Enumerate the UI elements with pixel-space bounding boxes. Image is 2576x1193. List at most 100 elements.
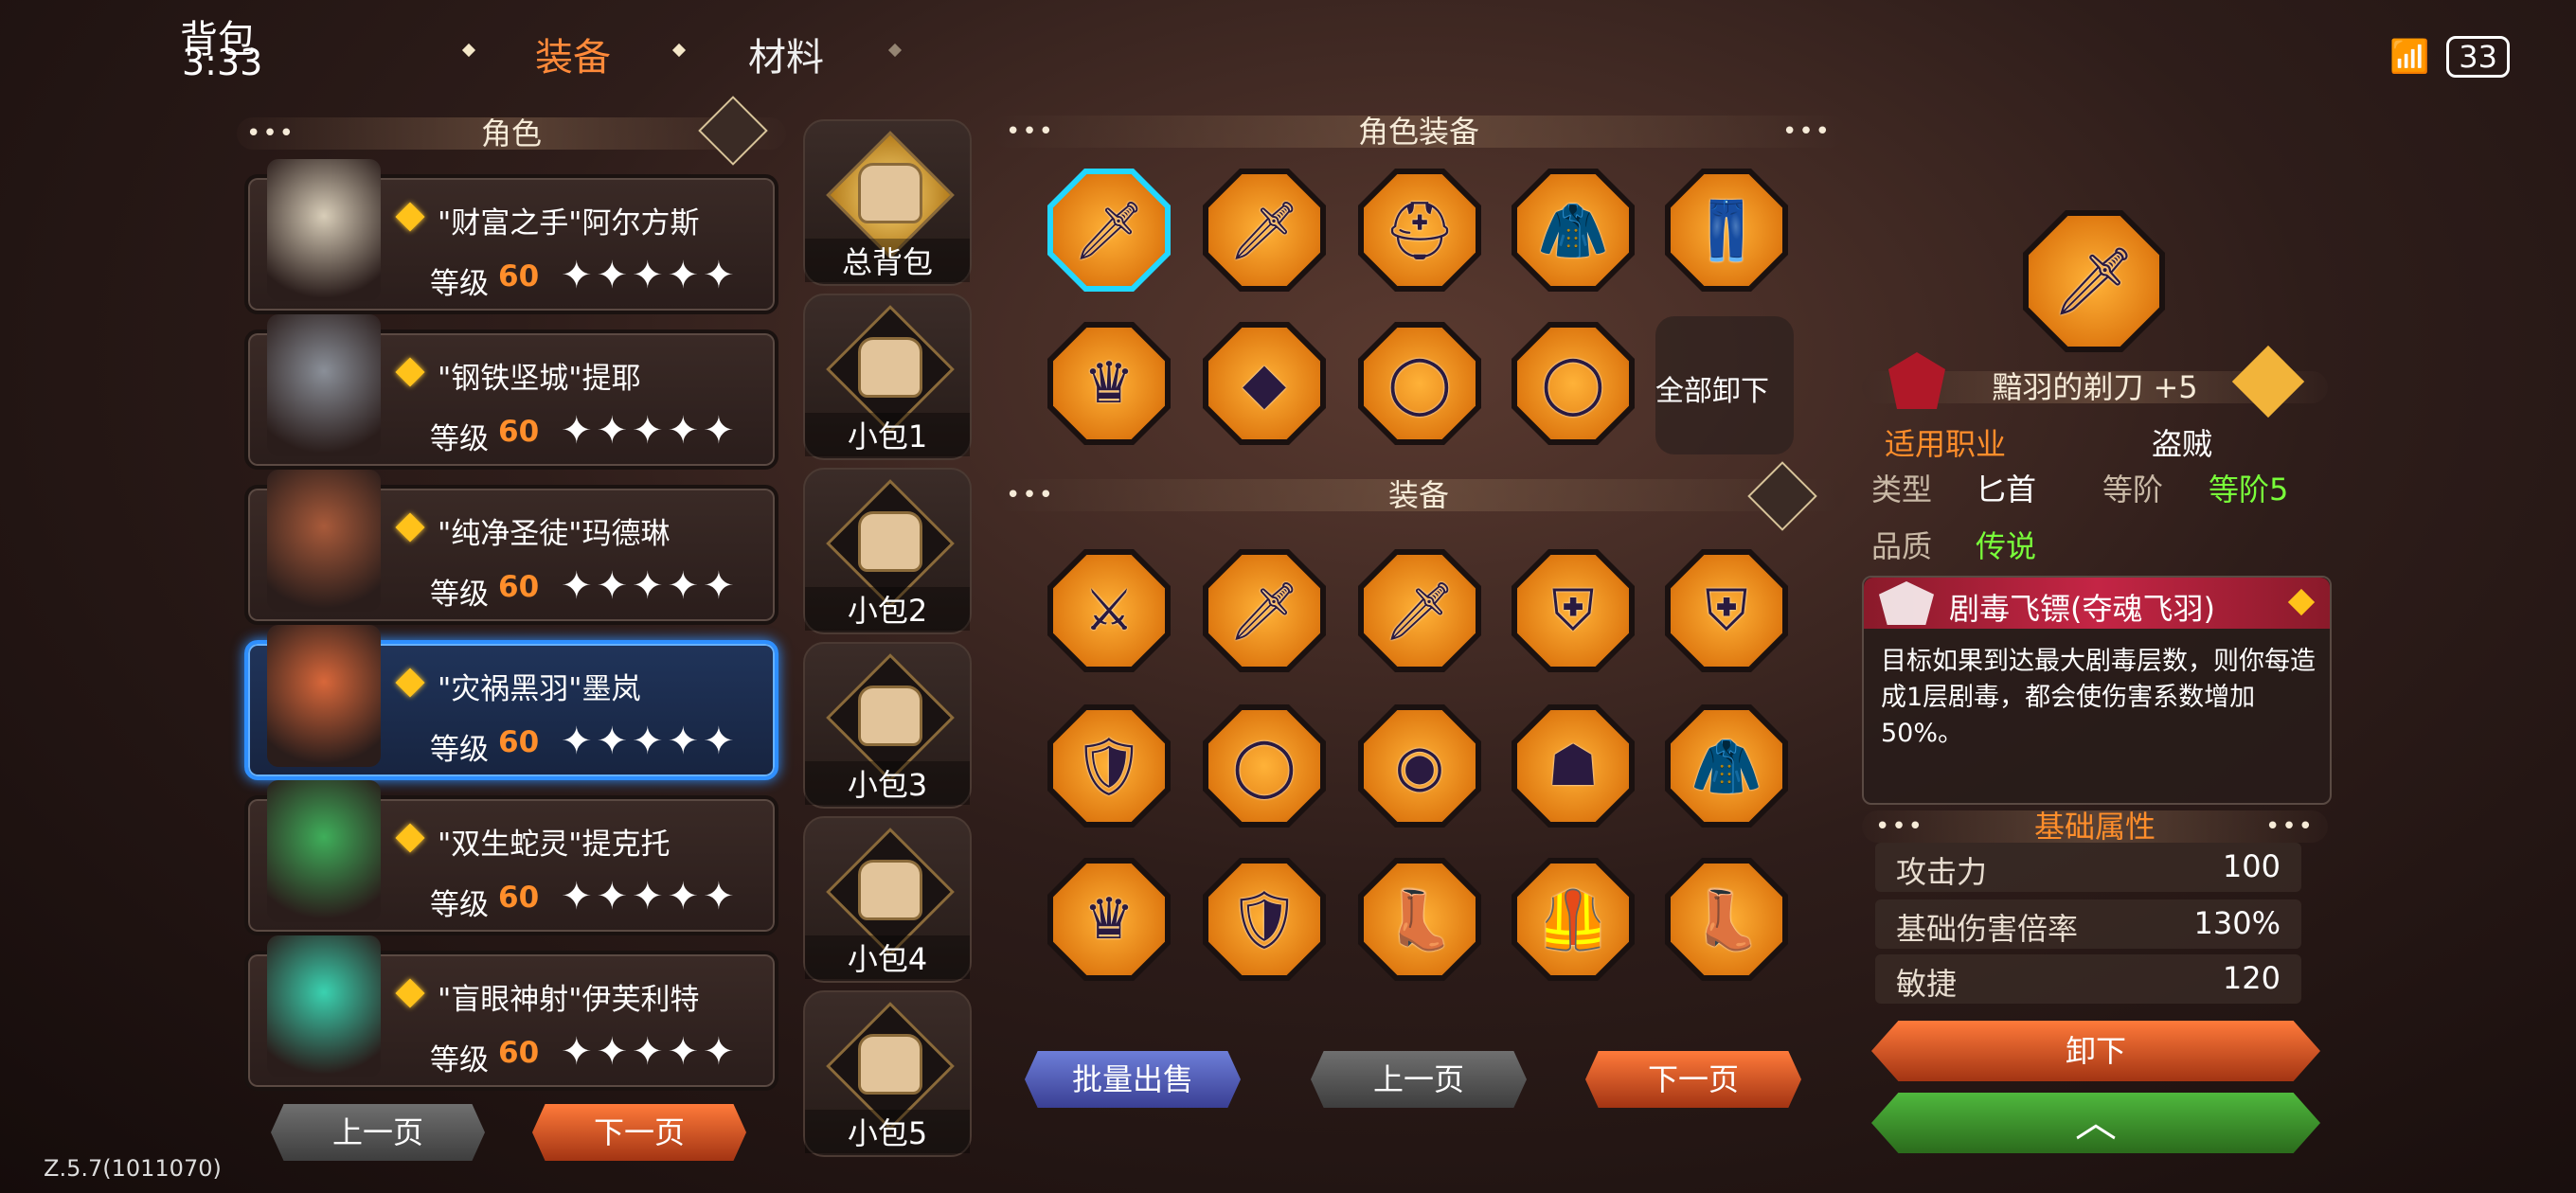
item-slot[interactable]: ⛑ bbox=[1358, 169, 1481, 292]
rarity-gem-icon bbox=[395, 823, 425, 853]
bag-small[interactable]: 小包5 bbox=[803, 990, 972, 1157]
item-slot[interactable]: ◯ bbox=[1203, 704, 1326, 828]
tab-materials[interactable]: 材料 bbox=[748, 27, 824, 81]
star-rating: ✦✦✦✦✦ bbox=[561, 1030, 739, 1074]
backpack-icon bbox=[858, 511, 922, 572]
rarity-gem-icon bbox=[395, 512, 425, 543]
item-slot[interactable]: 🦺 bbox=[1512, 858, 1635, 981]
item-slot[interactable]: ◉ bbox=[1358, 704, 1481, 828]
item-slot[interactable]: 🧥 bbox=[1512, 169, 1635, 292]
item-slot[interactable]: 🧥 bbox=[1665, 704, 1788, 828]
attribute-row: 敏捷 120 bbox=[1875, 954, 2301, 1004]
star-rating: ✦✦✦✦✦ bbox=[561, 720, 739, 763]
item-slot[interactable]: 🗡 bbox=[1358, 549, 1481, 672]
bag-label: 小包1 bbox=[805, 413, 970, 456]
upgrade-button[interactable]: ︿ bbox=[1871, 1093, 2320, 1153]
character-name: "双生蛇灵"提克托 bbox=[438, 828, 671, 862]
unequip-button[interactable]: 卸下 bbox=[1871, 1021, 2320, 1081]
attribute-name: 攻击力 bbox=[1896, 854, 1988, 890]
helmet-icon: ⛑ bbox=[1383, 197, 1457, 264]
bag-small[interactable]: 小包3 bbox=[803, 642, 972, 809]
headband-icon: ♛ bbox=[1083, 350, 1135, 417]
character-header-label: 角色 bbox=[480, 116, 542, 151]
bag-main[interactable]: 总背包 bbox=[803, 119, 972, 286]
item-slot[interactable]: ⛨ bbox=[1665, 549, 1788, 672]
inventory-header: ••• 装备 bbox=[993, 479, 1845, 511]
item-slot[interactable]: 👢 bbox=[1358, 858, 1481, 981]
skill-emblem-icon bbox=[1879, 581, 1934, 625]
cloak-icon: 🧥 bbox=[1690, 733, 1762, 800]
char-next-page-button[interactable]: 下一页 bbox=[532, 1104, 746, 1161]
character-card[interactable]: "财富之手"阿尔方斯 等级 60 ✦✦✦✦✦ bbox=[244, 159, 778, 314]
ring-icon: ◯ bbox=[1541, 350, 1605, 417]
gold-armor-icon: 🛡 bbox=[1072, 733, 1146, 800]
hood-icon: ☗ bbox=[1547, 733, 1599, 799]
item-slot[interactable]: ♛ bbox=[1047, 858, 1171, 981]
item-slot[interactable]: 🗡 bbox=[1047, 169, 1171, 292]
level-value: 60 bbox=[498, 259, 540, 294]
inv-next-page-button[interactable]: 下一页 bbox=[1585, 1051, 1801, 1108]
gem-ring-icon: ◉ bbox=[1394, 733, 1445, 799]
skill-description: 目标如果到达最大剧毒层数，则你每造成1层剧毒，都会使伤害系数增加50%。 bbox=[1881, 647, 2316, 748]
character-name: "灾祸黑羽"墨岚 bbox=[438, 672, 641, 706]
helm-icon: ⛨ bbox=[1705, 578, 1748, 644]
item-slot[interactable]: 🛡 bbox=[1203, 858, 1326, 981]
character-card[interactable]: "纯净圣徒"玛德琳 等级 60 ✦✦✦✦✦ bbox=[244, 470, 778, 625]
level-label: 等级 bbox=[430, 888, 489, 922]
quality-value: 传说 bbox=[1976, 528, 2037, 564]
item-slot[interactable]: 🗡 bbox=[1203, 549, 1326, 672]
level-label: 等级 bbox=[430, 733, 489, 767]
necklace-icon: ◆ bbox=[1242, 350, 1287, 417]
backpack-icon bbox=[858, 860, 922, 920]
bag-small[interactable]: 小包1 bbox=[803, 294, 972, 460]
bag-label: 小包4 bbox=[805, 935, 970, 979]
filter-icon[interactable] bbox=[698, 96, 768, 166]
level-value: 60 bbox=[498, 881, 540, 915]
item-slot[interactable]: ♛ bbox=[1047, 322, 1171, 445]
item-slot[interactable]: 👢 bbox=[1665, 858, 1788, 981]
unequip-all-label: 全部卸下 bbox=[1655, 375, 1769, 408]
character-card[interactable]: "灾祸黑羽"墨岚等级 60 ✦✦✦✦✦ bbox=[244, 625, 778, 780]
backpack-icon bbox=[858, 1034, 922, 1095]
red-dagger-icon: 🗡 bbox=[1383, 578, 1457, 645]
item-slot[interactable]: ⛨ bbox=[1512, 549, 1635, 672]
swap-icon[interactable] bbox=[2231, 345, 2305, 418]
winged-headband-icon: ♛ bbox=[1083, 886, 1135, 953]
type-label: 类型 bbox=[1871, 472, 1933, 507]
bag-small[interactable]: 小包4 bbox=[803, 816, 972, 983]
character-card[interactable]: "双生蛇灵"提克托 等级 60 ✦✦✦✦✦ bbox=[244, 780, 778, 935]
tab-equipment[interactable]: 装备 bbox=[535, 27, 611, 81]
item-slot[interactable]: ◆ bbox=[1203, 322, 1326, 445]
character-portrait bbox=[267, 470, 381, 612]
bag-label: 小包3 bbox=[805, 761, 970, 805]
inventory-filter-icon[interactable] bbox=[1747, 461, 1817, 531]
level-value: 60 bbox=[498, 415, 540, 449]
skill-name: 剧毒飞镖(夺魂飞羽) bbox=[1949, 591, 2215, 627]
character-portrait bbox=[267, 625, 381, 767]
dagger-icon: 🗡 bbox=[1227, 197, 1301, 264]
inv-prev-page-button[interactable]: 上一页 bbox=[1311, 1051, 1527, 1108]
boots-icon: 👢 bbox=[1384, 886, 1456, 953]
item-slot[interactable]: ⚔ bbox=[1047, 549, 1171, 672]
status-icons: 📶 33 bbox=[2389, 36, 2510, 78]
char-prev-page-button[interactable]: 上一页 bbox=[271, 1104, 485, 1161]
level-value: 60 bbox=[498, 725, 540, 759]
level-label: 等级 bbox=[430, 578, 489, 612]
bag-small[interactable]: 小包2 bbox=[803, 468, 972, 634]
item-slot[interactable]: 👖 bbox=[1665, 169, 1788, 292]
skill-box: 剧毒飞镖(夺魂飞羽) 目标如果到达最大剧毒层数，则你每造成1层剧毒，都会使伤害系… bbox=[1862, 576, 2332, 805]
tier-value: 等阶5 bbox=[2209, 472, 2289, 507]
item-slot[interactable]: ◯ bbox=[1358, 322, 1481, 445]
item-slot[interactable]: ☗ bbox=[1512, 704, 1635, 828]
character-card[interactable]: "盲眼神射"伊芙利特 等级 60 ✦✦✦✦✦ bbox=[244, 935, 778, 1091]
bag-label: 总背包 bbox=[805, 239, 970, 282]
character-name: "财富之手"阿尔方斯 bbox=[438, 206, 700, 240]
bulk-sell-button[interactable]: 批量出售 bbox=[1025, 1051, 1241, 1108]
inventory-header-label: 装备 bbox=[1387, 477, 1449, 513]
item-slot[interactable]: 🗡 bbox=[1203, 169, 1326, 292]
character-card[interactable]: "钢铁坚城"提耶 等级 60 ✦✦✦✦✦ bbox=[244, 314, 778, 470]
item-slot[interactable]: ◯ bbox=[1512, 322, 1635, 445]
dagger-icon: 🗡 bbox=[2051, 241, 2137, 320]
item-slot[interactable]: 🛡 bbox=[1047, 704, 1171, 828]
character-equipment-header: ••• 角色装备 ••• bbox=[993, 116, 1845, 148]
